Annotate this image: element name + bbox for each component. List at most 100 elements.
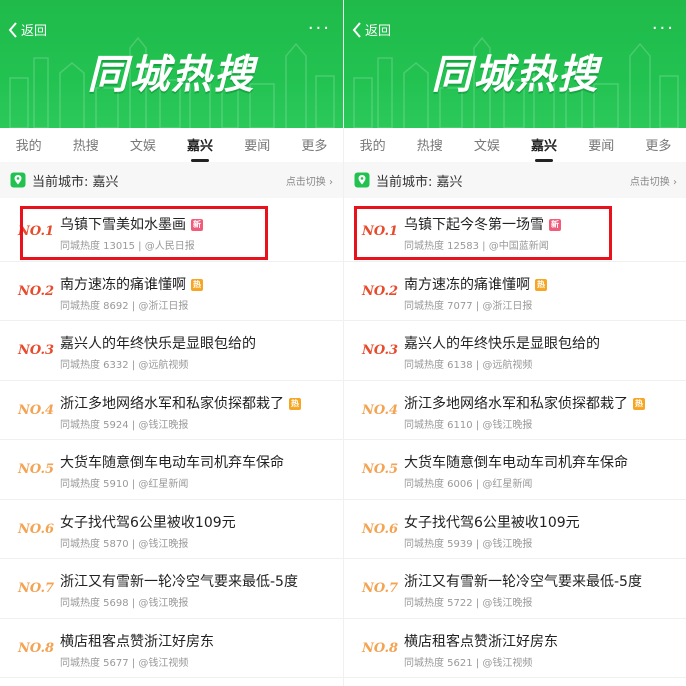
- list-item[interactable]: NO.8 横店租客点赞浙江好房东 同城热度 5677 | @钱江视频: [0, 619, 343, 678]
- current-city-bar: 当前城市: 嘉兴 点击切换 ›: [344, 162, 686, 198]
- list-item[interactable]: NO.1 乌镇下雪美如水墨画新同城热度 13015 | @人民日报: [0, 202, 343, 262]
- rank-number: NO.2: [18, 283, 55, 299]
- list-item[interactable]: NO.5 大货车随意倒车电动车司机弃车保命同城热度 6006 | @红星新闻: [344, 440, 686, 500]
- rank-number: NO.3: [362, 343, 399, 358]
- headline-title: 乌镇下雪美如水墨画: [60, 217, 186, 233]
- headline-title: 南方速冻的痛谁懂啊: [60, 276, 186, 293]
- heat-meta: 同城热度 7077 | @浙江日报: [404, 300, 533, 312]
- chevron-left-icon: [8, 21, 17, 38]
- heat-meta: 同城热度 8692 | @浙江日报: [60, 300, 189, 312]
- tab-5[interactable]: 更多: [297, 135, 331, 154]
- list-item[interactable]: NO.7 浙江又有雪新一轮冷空气要来最低-5度 同城热度 5722 | @钱江晚报: [344, 559, 686, 619]
- heat-meta: 同城热度 5870 | @钱江晚报: [60, 538, 189, 550]
- heat-meta: 同城热度 12583 | @中国蓝新闻: [404, 241, 549, 252]
- headline-title: 南方速冻的痛谁懂啊: [404, 276, 530, 293]
- headline-title: 大货车随意倒车电动车司机弃车保命: [404, 455, 628, 471]
- headline-title: 女子找代驾6公里被收109元: [60, 514, 236, 531]
- tab-4[interactable]: 要闻: [584, 135, 618, 154]
- headline-title: 浙江又有雪新一轮冷空气要来最低-5度: [404, 574, 642, 590]
- hot-badge: 热: [289, 397, 301, 410]
- list-item[interactable]: NO.3 嘉兴人的年终快乐是显眼包给的同城热度 6138 | @远航视频: [344, 321, 686, 381]
- headline-text: 嘉兴人的年终快乐是显眼包给的: [60, 333, 256, 353]
- list-item[interactable]: NO.3 嘉兴人的年终快乐是显眼包给的 同城热度 6332 | @远航视频: [0, 321, 343, 381]
- rank-number: NO.5: [18, 462, 55, 477]
- list-item[interactable]: NO.4 浙江多地网络水军和私家侦探都栽了热同城热度 6110 | @钱江晚报: [344, 381, 686, 440]
- current-city-label: 当前城市: 嘉兴: [376, 174, 463, 190]
- tab-2[interactable]: 文娱: [126, 135, 160, 154]
- banner-title: 同城热搜: [87, 52, 256, 98]
- rank-number: NO.4: [362, 402, 399, 418]
- headline-title: 嘉兴人的年终快乐是显眼包给的: [404, 336, 600, 352]
- list-item[interactable]: NO.6 女子找代驾6公里被收109元 同城热度 5939 | @钱江晚报: [344, 500, 686, 559]
- tab-4[interactable]: 要闻: [240, 135, 274, 154]
- category-tabs: 我的 热搜 文娱 嘉兴 要闻 更多: [0, 128, 343, 162]
- rank-number: NO.8: [18, 640, 55, 656]
- current-city-label: 当前城市: 嘉兴: [32, 174, 119, 190]
- chevron-left-icon: [352, 21, 361, 38]
- back-button[interactable]: 返回: [352, 20, 391, 39]
- rank-number: NO.5: [362, 462, 399, 477]
- headline-text: 乌镇下雪美如水墨画新: [60, 214, 203, 234]
- tab-5[interactable]: 更多: [641, 135, 675, 154]
- headline-title: 女子找代驾6公里被收109元: [404, 514, 580, 531]
- headline-title: 大货车随意倒车电动车司机弃车保命: [60, 455, 284, 471]
- location-pin-icon: [354, 172, 370, 188]
- tab-2[interactable]: 文娱: [470, 135, 504, 154]
- category-tabs: 我的 热搜 文娱 嘉兴 要闻 更多: [344, 128, 686, 162]
- rank-number: NO.7: [18, 581, 55, 596]
- rank-number: NO.3: [18, 343, 55, 358]
- heat-meta: 同城热度 5698 | @钱江晚报: [60, 598, 189, 609]
- list-item[interactable]: NO.1 乌镇下起今冬第一场雪新同城热度 12583 | @中国蓝新闻: [344, 202, 686, 262]
- headline-text: 嘉兴人的年终快乐是显眼包给的: [404, 333, 600, 353]
- rank-number: NO.1: [18, 224, 55, 239]
- heat-meta: 同城热度 5621 | @钱江视频: [404, 657, 533, 669]
- headline-text: 浙江又有雪新一轮冷空气要来最低-5度: [60, 571, 298, 591]
- headline-text: 女子找代驾6公里被收109元: [60, 512, 236, 532]
- headline-text: 大货车随意倒车电动车司机弃车保命: [60, 452, 284, 472]
- headline-text: 大货车随意倒车电动车司机弃车保命: [404, 452, 628, 472]
- headline-text: 南方速冻的痛谁懂啊热: [60, 274, 203, 294]
- hot-badge: 热: [633, 397, 645, 410]
- tab-0[interactable]: 我的: [12, 135, 46, 154]
- tab-3[interactable]: 嘉兴: [183, 135, 217, 162]
- rank-number: NO.8: [362, 640, 399, 656]
- list-item[interactable]: NO.6 女子找代驾6公里被收109元同城热度 5870 | @钱江晚报: [0, 500, 343, 559]
- switch-city-link[interactable]: 点击切换 ›: [630, 173, 677, 188]
- tab-0[interactable]: 我的: [356, 135, 390, 154]
- back-label: 返回: [21, 24, 48, 39]
- headline-text: 横店租客点赞浙江好房东: [404, 631, 558, 651]
- list-item[interactable]: NO.2 南方速冻的痛谁懂啊热同城热度 7077 | @浙江日报: [344, 262, 686, 321]
- headline-text: 横店租客点赞浙江好房东: [60, 631, 214, 651]
- heat-meta: 同城热度 5722 | @钱江晚报: [404, 598, 533, 609]
- heat-meta: 同城热度 6110 | @钱江晚报: [404, 419, 533, 431]
- new-badge: 新: [191, 219, 203, 231]
- switch-city-link[interactable]: 点击切换 ›: [286, 173, 333, 188]
- list-item[interactable]: NO.7 浙江又有雪新一轮冷空气要来最低-5度同城热度 5698 | @钱江晚报: [0, 559, 343, 619]
- tab-1[interactable]: 热搜: [69, 135, 103, 154]
- heat-meta: 同城热度 5924 | @钱江晚报: [60, 419, 189, 431]
- headline-text: 浙江又有雪新一轮冷空气要来最低-5度: [404, 571, 642, 591]
- list-item[interactable]: NO.2 南方速冻的痛谁懂啊热同城热度 8692 | @浙江日报: [0, 262, 343, 321]
- headline-text: 浙江多地网络水军和私家侦探都栽了热: [60, 393, 301, 413]
- tab-1[interactable]: 热搜: [413, 135, 447, 154]
- rank-number: NO.4: [18, 402, 55, 418]
- list-item[interactable]: NO.5 大货车随意倒车电动车司机弃车保命同城热度 5910 | @红星新闻: [0, 440, 343, 500]
- comparison-container: 返回 ··· 同城热搜 我的 热搜 文娱 嘉兴 要闻 更多 当前城市: 嘉兴 点击切换 › NO.1 乌…: [0, 0, 686, 686]
- heat-meta: 同城热度 6006 | @红星新闻: [404, 479, 533, 490]
- heat-meta: 同城热度 5910 | @红星新闻: [60, 479, 189, 490]
- ellipsis-icon[interactable]: ···: [652, 18, 675, 39]
- rank-number: NO.6: [18, 521, 55, 537]
- heat-meta: 同城热度 5939 | @钱江晚报: [404, 538, 533, 550]
- list-item[interactable]: NO.4 浙江多地网络水军和私家侦探都栽了热同城热度 5924 | @钱江晚报: [0, 381, 343, 440]
- location-pin-icon: [10, 172, 26, 188]
- tab-3[interactable]: 嘉兴: [527, 135, 561, 162]
- headline-text: 浙江多地网络水军和私家侦探都栽了热: [404, 393, 645, 413]
- headline-title: 乌镇下起今冬第一场雪: [404, 217, 544, 233]
- back-button[interactable]: 返回: [8, 20, 47, 39]
- ellipsis-icon[interactable]: ···: [308, 18, 331, 39]
- list-item[interactable]: NO.8 横店租客点赞浙江好房东同城热度 5621 | @钱江视频: [344, 619, 686, 678]
- heat-meta: 同城热度 6138 | @远航视频: [404, 360, 533, 371]
- headline-title: 横店租客点赞浙江好房东: [60, 633, 214, 650]
- banner-header: 返回 ··· 同城热搜: [0, 0, 343, 128]
- new-badge: 新: [549, 219, 561, 231]
